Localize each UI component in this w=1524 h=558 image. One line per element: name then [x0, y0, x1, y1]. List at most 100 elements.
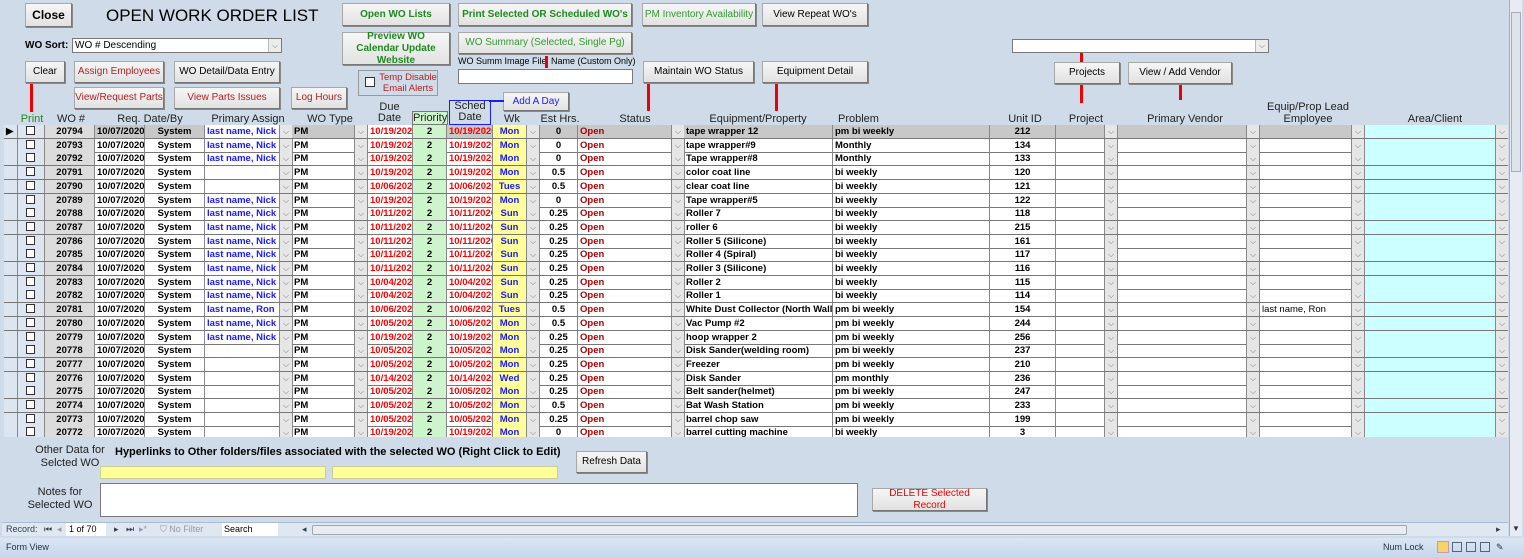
cell-print[interactable]	[18, 275, 45, 289]
cell-equip[interactable]: Disk Sander(welding room)	[684, 344, 833, 358]
cell-sched[interactable]: 10/06/2020	[447, 179, 493, 193]
cell-equip[interactable]: Roller 3 (Silicone)	[684, 262, 833, 275]
chevron-down-icon[interactable]: ⌵	[527, 399, 540, 412]
cell-est[interactable]: 0	[540, 426, 578, 437]
cell-print[interactable]	[18, 289, 45, 303]
cell-lead[interactable]	[1260, 412, 1352, 426]
cell-type[interactable]: PM	[292, 138, 355, 152]
cell-type[interactable]: PM	[292, 357, 355, 371]
delete-record-button[interactable]: DELETE Selected Record	[872, 488, 987, 511]
view-repeat-button[interactable]: View Repeat WO's	[762, 3, 868, 26]
cell-due[interactable]: 10/05/2020	[368, 357, 413, 371]
cell-print[interactable]	[18, 248, 45, 262]
cell-type[interactable]: PM	[292, 179, 355, 193]
cell-est[interactable]: 0	[540, 193, 578, 207]
cell-assign[interactable]: last name, Nick	[205, 220, 280, 234]
cell-project[interactable]	[1056, 248, 1105, 262]
cell-est[interactable]: 0.5	[540, 303, 578, 317]
cell-est[interactable]: 0	[540, 138, 578, 152]
cell-project[interactable]	[1056, 207, 1105, 221]
chevron-down-icon[interactable]: ⌵	[1247, 207, 1260, 221]
table-row[interactable]: 20780 10/07/2020 System last name, Nick ⌵ PM ⌵…	[4, 316, 1508, 331]
chevron-down-icon[interactable]: ⌵	[1105, 344, 1118, 358]
cell-est[interactable]: 0.25	[540, 330, 578, 344]
cell-est[interactable]: 0.25	[540, 275, 578, 289]
cell-print[interactable]	[18, 316, 45, 330]
cell-print[interactable]	[18, 344, 45, 358]
cell-project[interactable]	[1056, 193, 1105, 207]
table-row[interactable]: 20784 10/07/2020 System last name, Nick ⌵ PM ⌵…	[4, 262, 1508, 276]
cell-print[interactable]	[18, 207, 45, 221]
chevron-down-icon[interactable]: ⌵	[527, 152, 540, 166]
cell-day[interactable]: Mon	[493, 412, 527, 426]
table-row[interactable]: 20788 10/07/2020 System last name, Nick ⌵ PM ⌵…	[4, 207, 1508, 222]
cell-problem[interactable]: pm bi weekly	[833, 303, 990, 317]
cell-print[interactable]	[18, 303, 45, 317]
cell-est[interactable]: 0.25	[540, 344, 578, 358]
next-record-icon[interactable]: ▸	[114, 523, 119, 536]
chevron-down-icon[interactable]: ⌵	[355, 152, 368, 166]
chevron-down-icon[interactable]: ⌵	[1247, 371, 1260, 385]
cell-equip[interactable]: barrel chop saw	[684, 412, 833, 426]
cell-due[interactable]: 10/04/2020	[368, 289, 413, 303]
first-record-icon[interactable]: ⏮	[44, 523, 52, 536]
print-checkbox[interactable]	[26, 180, 35, 190]
cell-assign[interactable]: last name, Nick	[205, 138, 280, 152]
cell-day[interactable]: Tues	[493, 303, 527, 317]
cell-problem[interactable]: pm bi weekly	[833, 357, 990, 371]
cell-problem[interactable]: pm bi weekly	[833, 385, 990, 399]
print-checkbox[interactable]	[26, 167, 35, 177]
cell-project[interactable]	[1056, 289, 1105, 303]
cell-sched[interactable]: 10/11/2020	[447, 248, 493, 262]
cell-status[interactable]: Open	[578, 426, 672, 437]
chevron-down-icon[interactable]: ⌵	[1247, 248, 1260, 262]
cell-day[interactable]: Mon	[493, 357, 527, 371]
cell-day[interactable]: Mon	[493, 426, 527, 437]
cell-lead[interactable]	[1260, 220, 1352, 234]
chevron-down-icon[interactable]: ⌵	[527, 166, 540, 180]
chevron-down-icon[interactable]: ⌵	[1105, 399, 1118, 412]
chevron-down-icon[interactable]: ⌵	[1247, 138, 1260, 152]
cell-area[interactable]	[1365, 207, 1496, 221]
table-row[interactable]: 20777 10/07/2020 System ⌵ PM ⌵ 10/05/2020 2 10/0…	[4, 357, 1508, 372]
cell-project[interactable]	[1056, 412, 1105, 426]
cell-assign[interactable]: last name, Nick	[205, 262, 280, 275]
cell-equip[interactable]: Belt sander(helmet)	[684, 385, 833, 399]
cell-lead[interactable]	[1260, 179, 1352, 193]
chevron-down-icon[interactable]: ⌵	[1352, 357, 1365, 371]
chevron-down-icon[interactable]: ⌵	[1255, 40, 1268, 52]
cell-assign[interactable]	[205, 357, 280, 371]
cell-due[interactable]: 10/05/2020	[368, 412, 413, 426]
cell-vendor[interactable]	[1118, 412, 1247, 426]
chevron-down-icon[interactable]: ⌵	[1496, 399, 1508, 412]
cell-vendor[interactable]	[1118, 344, 1247, 358]
cell-project[interactable]	[1056, 385, 1105, 399]
chevron-down-icon[interactable]: ⌵	[1352, 399, 1365, 412]
form-view-icon[interactable]	[1437, 541, 1449, 553]
cell-day[interactable]: Sun	[493, 220, 527, 234]
chevron-down-icon[interactable]: ⌵	[1247, 275, 1260, 289]
record-position[interactable]: 1 of 70	[66, 523, 106, 536]
current-record-icon[interactable]: ▶	[4, 125, 18, 138]
cell-type[interactable]: PM	[292, 289, 355, 303]
cell-status[interactable]: Open	[578, 344, 672, 358]
cell-equip[interactable]: color coat line	[684, 166, 833, 180]
print-checkbox[interactable]	[26, 427, 35, 437]
table-row[interactable]: 20778 10/07/2020 System ⌵ PM ⌵ 10/05/2020 2 10/0…	[4, 344, 1508, 359]
cell-day[interactable]: Wed	[493, 371, 527, 385]
chevron-down-icon[interactable]: ⌵	[527, 303, 540, 317]
cell-project[interactable]	[1056, 220, 1105, 234]
clear-button[interactable]: Clear	[25, 61, 65, 83]
design-view-icon[interactable]: ✎	[1496, 538, 1504, 556]
scroll-down-icon[interactable]: ▼	[1512, 524, 1520, 533]
cell-due[interactable]: 10/19/2020	[368, 193, 413, 207]
cell-sched[interactable]: 10/19/2020	[447, 152, 493, 166]
search-input[interactable]: Search	[222, 523, 278, 536]
cell-problem[interactable]: pm monthly	[833, 371, 990, 385]
chevron-down-icon[interactable]: ⌵	[1496, 289, 1508, 303]
cell-project[interactable]	[1056, 234, 1105, 248]
cell-assign[interactable]	[205, 412, 280, 426]
wo-summary-button[interactable]: WO Summary (Selected, Single Pg)	[458, 32, 632, 54]
chevron-down-icon[interactable]: ⌵	[1352, 330, 1365, 344]
cell-est[interactable]: 0.25	[540, 289, 578, 303]
